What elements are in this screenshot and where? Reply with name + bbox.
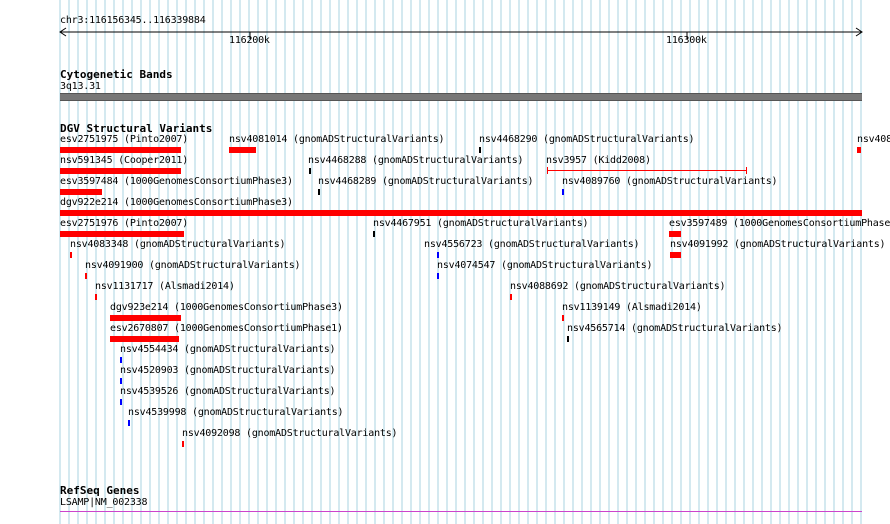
dgv-feature-tick[interactable] bbox=[182, 441, 184, 447]
dgv-feature-tick[interactable] bbox=[120, 399, 122, 405]
dgv-feature-span-cap bbox=[547, 167, 548, 174]
dgv-feature-bar[interactable] bbox=[60, 189, 102, 195]
dgv-feature-tick[interactable] bbox=[562, 315, 564, 321]
dgv-feature-tick[interactable] bbox=[437, 273, 439, 279]
ruler-axis bbox=[59, 27, 863, 39]
dgv-feature-label[interactable]: nsv4083348 (gnomADStructuralVariants) bbox=[70, 239, 286, 251]
dgv-feature-label[interactable]: esv2670807 (1000GenomesConsortiumPhase1) bbox=[110, 323, 343, 335]
gene-label[interactable]: LSAMP|NM_002338 bbox=[60, 497, 148, 509]
dgv-feature-bar[interactable] bbox=[669, 231, 681, 237]
dgv-feature-label[interactable]: esv2751976 (Pinto2007) bbox=[60, 218, 188, 230]
dgv-feature-label[interactable]: nsv1131717 (Alsmadi2014) bbox=[95, 281, 235, 293]
dgv-feature-label[interactable]: nsv4520903 (gnomADStructuralVariants) bbox=[120, 365, 336, 377]
dgv-feature-bar[interactable] bbox=[60, 168, 181, 174]
dgv-feature-label[interactable]: nsv4468289 (gnomADStructuralVariants) bbox=[318, 176, 534, 188]
dgv-feature-label[interactable]: nsv4091900 (gnomADStructuralVariants) bbox=[85, 260, 301, 272]
dgv-feature-label[interactable]: nsv4556723 (gnomADStructuralVariants) bbox=[424, 239, 640, 251]
dgv-feature-bar[interactable] bbox=[60, 231, 184, 237]
dgv-feature-tick[interactable] bbox=[567, 336, 569, 342]
dgv-feature-label[interactable]: esv3597484 (1000GenomesConsortiumPhase3) bbox=[60, 176, 293, 188]
cytoband-bar[interactable] bbox=[60, 93, 862, 101]
dgv-feature-label[interactable]: nsv4074547 (gnomADStructuralVariants) bbox=[437, 260, 653, 272]
track-title-refseq-genes[interactable]: RefSeq Genes bbox=[60, 484, 139, 497]
dgv-feature-tick[interactable] bbox=[128, 420, 130, 426]
dgv-feature-label[interactable]: nsv4565714 (gnomADStructuralVariants) bbox=[567, 323, 783, 335]
track-title-cytogenetic-bands[interactable]: Cytogenetic Bands bbox=[60, 68, 173, 81]
dgv-feature-tick[interactable] bbox=[95, 294, 97, 300]
dgv-feature-label[interactable]: dgv922e214 (1000GenomesConsortiumPhase3) bbox=[60, 197, 293, 209]
dgv-feature-label[interactable]: esv2751975 (Pinto2007) bbox=[60, 134, 188, 146]
dgv-feature-label[interactable]: nsv4539526 (gnomADStructuralVariants) bbox=[120, 386, 336, 398]
dgv-feature-label[interactable]: nsv408 bbox=[857, 134, 890, 146]
dgv-feature-tick[interactable] bbox=[120, 357, 122, 363]
dgv-feature-label[interactable]: nsv4467951 (gnomADStructuralVariants) bbox=[373, 218, 589, 230]
dgv-feature-label[interactable]: dgv923e214 (1000GenomesConsortiumPhase3) bbox=[110, 302, 343, 314]
dgv-feature-tick[interactable] bbox=[309, 168, 311, 174]
dgv-feature-tick[interactable] bbox=[479, 147, 481, 153]
dgv-feature-label[interactable]: nsv4468288 (gnomADStructuralVariants) bbox=[308, 155, 524, 167]
dgv-feature-tick[interactable] bbox=[70, 252, 72, 258]
dgv-feature-label[interactable]: nsv4088692 (gnomADStructuralVariants) bbox=[510, 281, 726, 293]
dgv-feature-tick[interactable] bbox=[85, 273, 87, 279]
dgv-feature-label[interactable]: nsv1139149 (Alsmadi2014) bbox=[562, 302, 702, 314]
dgv-feature-bar[interactable] bbox=[229, 147, 256, 153]
dgv-feature-bar[interactable] bbox=[110, 336, 179, 342]
dgv-feature-tick[interactable] bbox=[373, 231, 375, 237]
dgv-feature-bar[interactable] bbox=[110, 315, 181, 321]
cytoband-label: 3q13.31 bbox=[60, 81, 101, 92]
dgv-feature-label[interactable]: nsv4468290 (gnomADStructuralVariants) bbox=[479, 134, 695, 146]
dgv-feature-bar[interactable] bbox=[670, 252, 681, 258]
dgv-feature-label[interactable]: nsv591345 (Cooper2011) bbox=[60, 155, 188, 167]
dgv-feature-tick[interactable] bbox=[437, 252, 439, 258]
dgv-feature-label[interactable]: nsv4081014 (gnomADStructuralVariants) bbox=[229, 134, 445, 146]
dgv-feature-tick[interactable] bbox=[510, 294, 512, 300]
dgv-feature-label[interactable]: nsv4089760 (gnomADStructuralVariants) bbox=[562, 176, 778, 188]
dgv-feature-label[interactable]: nsv4554434 (gnomADStructuralVariants) bbox=[120, 344, 336, 356]
genome-browser-view: chr3:116156345..116339884 116200k 116300… bbox=[0, 0, 890, 524]
dgv-feature-span[interactable] bbox=[547, 170, 747, 171]
ruler-tick-label: 116200k bbox=[229, 35, 270, 46]
dgv-feature-label[interactable]: nsv4091992 (gnomADStructuralVariants) bbox=[670, 239, 886, 251]
ruler-tick-label: 116300k bbox=[666, 35, 707, 46]
dgv-feature-label[interactable]: nsv3957 (Kidd2008) bbox=[546, 155, 651, 167]
dgv-feature-bar[interactable] bbox=[60, 210, 862, 216]
dgv-feature-label[interactable]: nsv4092098 (gnomADStructuralVariants) bbox=[182, 428, 398, 440]
dgv-feature-bar[interactable] bbox=[60, 147, 181, 153]
gene-model-line[interactable] bbox=[60, 511, 862, 512]
dgv-feature-label[interactable]: nsv4539998 (gnomADStructuralVariants) bbox=[128, 407, 344, 419]
dgv-feature-tick[interactable] bbox=[857, 147, 861, 153]
dgv-feature-tick[interactable] bbox=[120, 378, 122, 384]
dgv-feature-tick[interactable] bbox=[318, 189, 320, 195]
dgv-feature-label[interactable]: esv3597489 (1000GenomesConsortiumPhase bbox=[669, 218, 890, 230]
dgv-feature-tick[interactable] bbox=[562, 189, 564, 195]
dgv-feature-span-cap bbox=[746, 167, 747, 174]
